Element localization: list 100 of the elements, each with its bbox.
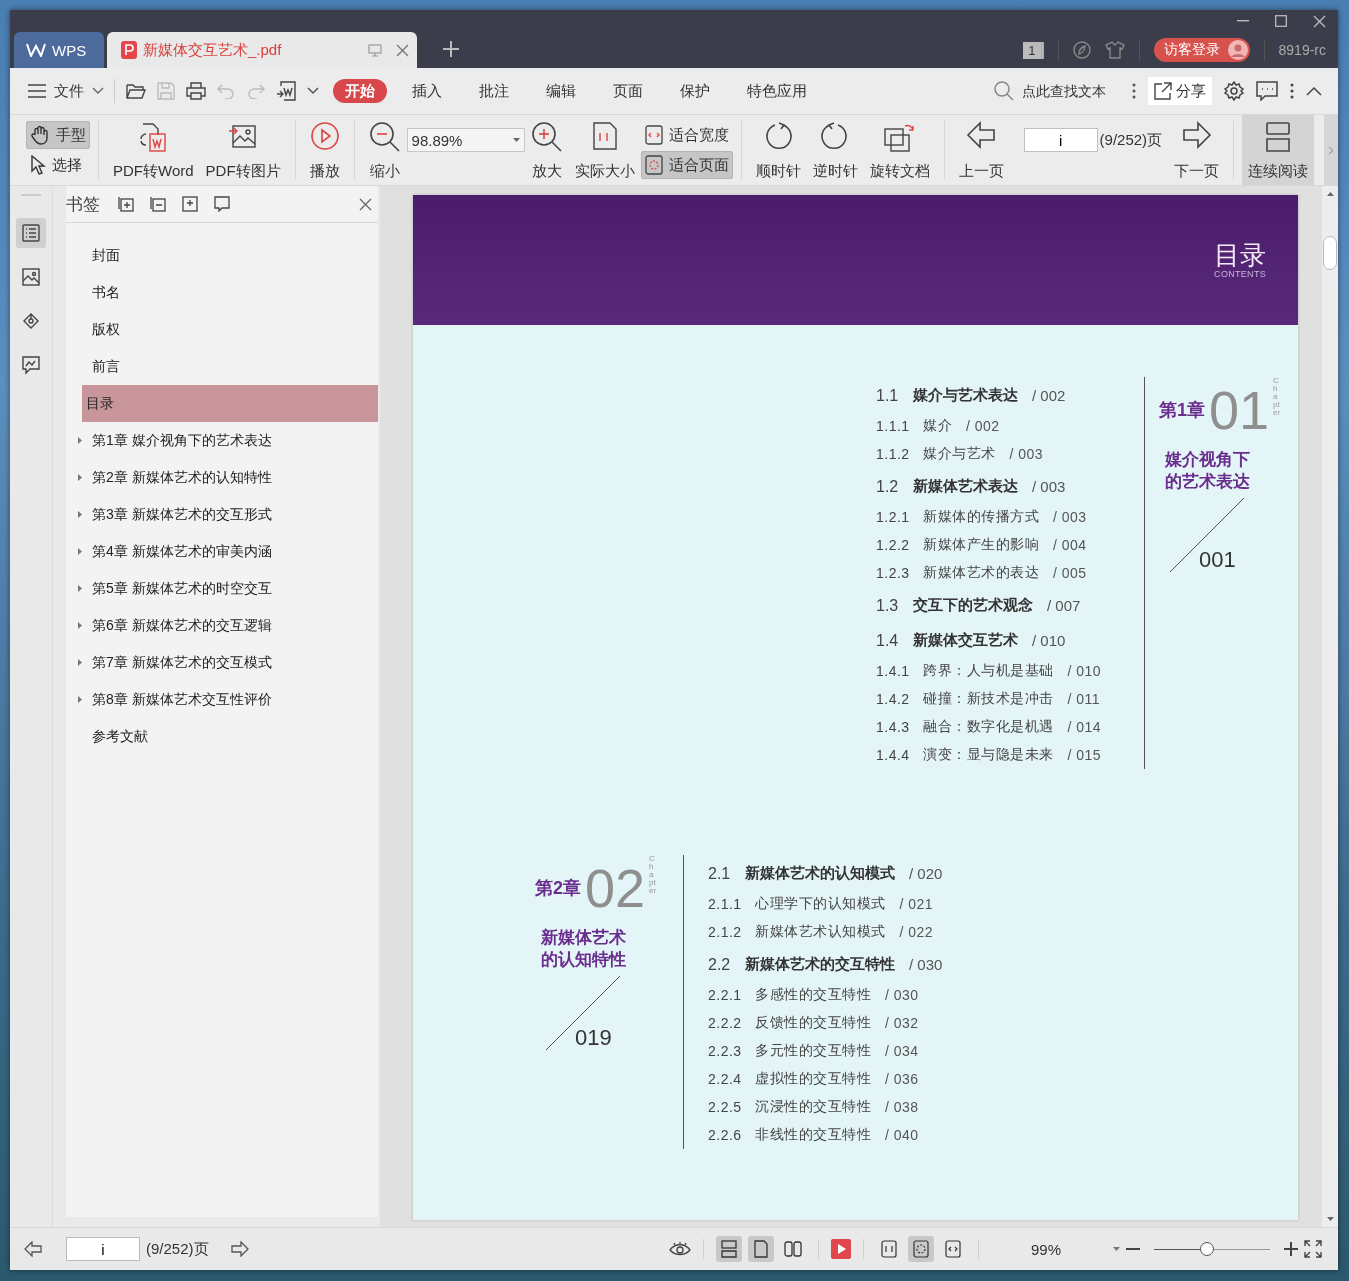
home-tab[interactable]: WPS <box>14 32 104 68</box>
bookmark-item[interactable]: 第4章 新媒体艺术的审美内涵 <box>74 533 378 570</box>
toolbar-button[interactable]: 实际大小 <box>568 115 641 185</box>
toolbar-button[interactable]: PDF转图片 <box>199 115 287 185</box>
ribbon-tab[interactable]: 开始 <box>333 79 387 103</box>
bookmark-item[interactable]: 第5章 新媒体艺术的时空交互 <box>74 570 378 607</box>
tool-mode-button[interactable]: 适合宽度 <box>640 121 733 149</box>
more-vertical-icon[interactable] <box>1290 83 1294 99</box>
previous-page-icon[interactable] <box>24 1241 42 1257</box>
toolbar-button[interactable]: 放大 <box>524 115 569 185</box>
close-icon[interactable] <box>359 197 372 211</box>
bookmark-item[interactable]: 第8章 新媒体艺术交互性评价 <box>74 681 378 718</box>
toolbar-button[interactable]: 逆时针 <box>806 115 864 185</box>
expand-arrow-icon[interactable] <box>78 659 82 666</box>
page-number-field[interactable]: i <box>1023 128 1098 152</box>
ribbon-tab[interactable]: 页面 <box>601 79 655 103</box>
page-count: (9/252)页 <box>1099 130 1163 150</box>
settings-icon[interactable] <box>1224 81 1244 101</box>
toolbar-button[interactable]: 缩小 <box>362 115 407 185</box>
entry-number: 1.1.2 <box>876 446 911 462</box>
toolbar-button[interactable]: 旋转文档 <box>863 115 936 185</box>
dropdown-caret-icon[interactable] <box>1113 1247 1120 1251</box>
toolbar-button[interactable]: 下一页 <box>1168 115 1226 185</box>
entry-page: / 038 <box>885 1099 919 1115</box>
toolbar-button[interactable]: 连续阅读 <box>1242 115 1315 185</box>
bookmark-item[interactable]: 封面 <box>74 237 378 274</box>
close-icon[interactable] <box>1313 14 1326 28</box>
toolbar-button[interactable]: 顺时针 <box>749 115 807 185</box>
expand-arrow-icon[interactable] <box>78 696 82 703</box>
bookmark-item[interactable]: 第1章 媒介视角下的艺术表达 <box>74 422 378 459</box>
file-menu-button[interactable]: 文件 <box>28 81 104 101</box>
entry-title: 媒介与艺术 <box>923 445 996 463</box>
maximize-icon[interactable] <box>1275 15 1287 27</box>
toolbar-button[interactable]: PDF转Word <box>107 115 200 185</box>
add-bookmark-icon[interactable] <box>118 196 134 212</box>
bookmark-item[interactable]: 第6章 新媒体艺术的交互逻辑 <box>74 607 378 644</box>
fit-mode-button[interactable] <box>907 1236 934 1262</box>
vertical-scrollbar[interactable] <box>1322 186 1338 1227</box>
chat-icon[interactable] <box>1256 81 1278 101</box>
minimize-icon[interactable] <box>1237 20 1249 22</box>
bookmark-add-icon[interactable] <box>182 196 198 212</box>
shirt-icon[interactable] <box>1104 41 1125 59</box>
window-count-badge[interactable]: 1 <box>1023 41 1044 59</box>
bookmark-item[interactable]: 版权 <box>74 311 378 348</box>
ribbon-tab[interactable]: 编辑 <box>534 79 588 103</box>
chevron-down-icon[interactable] <box>307 87 319 95</box>
expand-arrow-icon[interactable] <box>78 548 82 555</box>
page-number-field[interactable]: i <box>66 1237 140 1261</box>
ribbon-tab[interactable]: 插入 <box>400 79 454 103</box>
contents-subtitle: CONTENTS <box>1214 269 1266 280</box>
view-mode-button[interactable] <box>747 1236 774 1262</box>
bookmark-item[interactable]: 书名 <box>74 274 378 311</box>
bookmark-item[interactable]: 前言 <box>74 348 378 385</box>
zoom-level[interactable]: 99% <box>1030 1240 1061 1258</box>
close-icon[interactable] <box>396 43 409 57</box>
next-page-icon[interactable] <box>230 1241 249 1257</box>
view-mode-button[interactable] <box>715 1236 742 1262</box>
expand-arrow-icon[interactable] <box>78 622 82 629</box>
bookmark-icon[interactable] <box>214 196 230 212</box>
entry-title: 非线性的交互特性 <box>755 1126 871 1144</box>
expand-arrow-icon[interactable] <box>78 585 82 592</box>
expand-arrow-icon[interactable] <box>78 474 82 481</box>
tool-mode-button[interactable]: 手型 <box>26 121 90 149</box>
chapter-page-number: 019 <box>575 1025 612 1051</box>
expand-arrow-icon[interactable] <box>78 511 82 518</box>
find-text-field[interactable]: 点此查找文本 <box>994 81 1120 101</box>
eye-icon[interactable] <box>668 1241 691 1257</box>
entry-page: / 002 <box>1032 387 1066 404</box>
zoom-in-icon[interactable] <box>1284 1242 1298 1256</box>
side-panel-button[interactable] <box>16 218 46 248</box>
entry-number: 1.4.4 <box>876 747 911 763</box>
more-vertical-icon[interactable] <box>1132 83 1136 99</box>
tool-mode-button[interactable]: 适合页面 <box>640 151 733 179</box>
bookmark-item[interactable]: 第7章 新媒体艺术的交互模式 <box>74 644 378 681</box>
fit-page-icon <box>911 1240 930 1258</box>
bookmark-item[interactable]: 第2章 新媒体艺术的认知特性 <box>74 459 378 496</box>
ribbon-tab[interactable]: 保护 <box>668 79 722 103</box>
expand-arrow-icon[interactable] <box>78 437 82 444</box>
collapse-icon[interactable] <box>150 196 166 212</box>
zoom-dropdown[interactable]: 98.89% <box>406 128 525 152</box>
fullscreen-icon[interactable] <box>1304 1240 1322 1258</box>
bookmark-item[interactable]: 第3章 新媒体艺术的交互形式 <box>74 496 378 533</box>
slider-thumb[interactable] <box>1200 1242 1215 1256</box>
toolbar-button[interactable]: 播放 <box>303 115 346 185</box>
scroll-thumb[interactable] <box>1323 236 1337 270</box>
bookmark-item[interactable]: 参考文献 <box>74 718 378 755</box>
share-button[interactable]: 分享 <box>1148 77 1212 105</box>
tool-mode-button[interactable]: 选择 <box>26 151 90 179</box>
new-tab-icon[interactable] <box>443 41 459 57</box>
entry-page: / 020 <box>909 865 943 882</box>
toolbar-button[interactable]: 上一页 <box>952 115 1010 185</box>
zoom-slider[interactable] <box>1154 1242 1270 1256</box>
ribbon-tab[interactable]: 特色应用 <box>735 79 819 103</box>
guest-login-button[interactable]: 访客登录 <box>1153 38 1250 62</box>
chevron-up-icon[interactable] <box>1306 86 1322 96</box>
play-icon[interactable] <box>830 1239 851 1259</box>
ribbon-tab[interactable]: 批注 <box>467 79 521 103</box>
bookmark-item[interactable]: 目录 <box>82 385 378 422</box>
document-tab[interactable]: 新媒体交互艺术_.pdf <box>107 32 417 68</box>
entry-title: 媒介 <box>923 417 952 435</box>
